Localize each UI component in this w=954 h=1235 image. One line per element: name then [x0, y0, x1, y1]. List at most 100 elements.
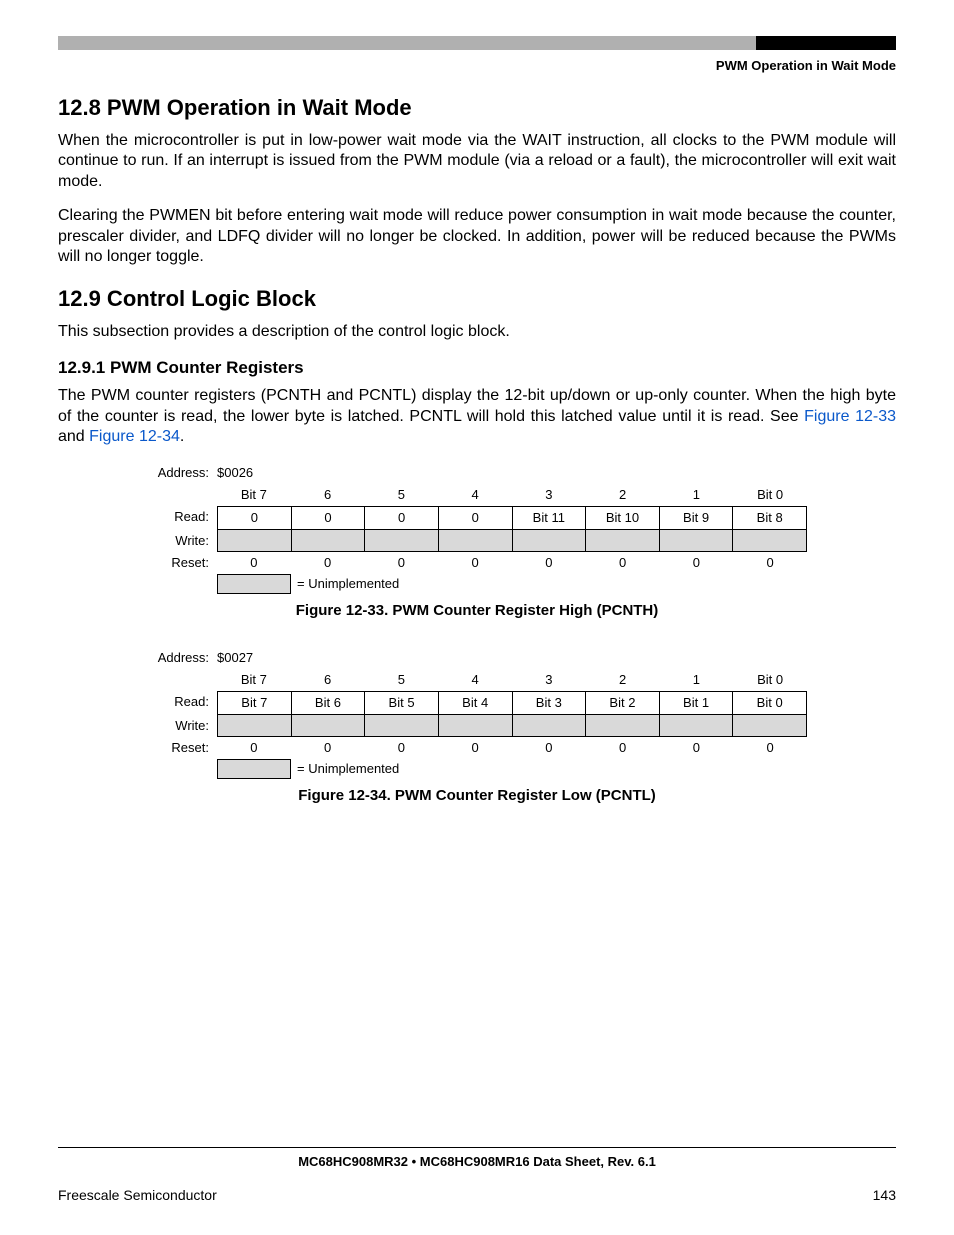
read-cell: Bit 9 [659, 507, 733, 529]
bit-header: 2 [586, 484, 660, 506]
read-cell: Bit 3 [512, 692, 586, 714]
bit-header: 4 [438, 484, 512, 506]
read-cell: 0 [364, 507, 438, 529]
address-value: $0027 [217, 647, 291, 669]
read-cell: Bit 11 [512, 507, 586, 529]
unimplemented-swatch [217, 759, 291, 779]
write-cell [512, 530, 586, 552]
bit-header: 6 [291, 669, 365, 691]
section-12-8-p2: Clearing the PWMEN bit before entering w… [58, 206, 896, 267]
bit-header: 1 [660, 669, 734, 691]
p1-mid: and [58, 428, 89, 445]
read-label: Read: [147, 691, 217, 715]
reset-cell: 0 [512, 737, 586, 759]
reset-cell: 0 [365, 552, 439, 574]
bit-header: 2 [586, 669, 660, 691]
bit-header: Bit 0 [733, 669, 807, 691]
read-cell: Bit 5 [364, 692, 438, 714]
reset-cell: 0 [438, 737, 512, 759]
write-cell [659, 715, 733, 737]
bit-header: 1 [660, 484, 734, 506]
link-figure-12-33[interactable]: Figure 12-33 [804, 408, 896, 425]
write-cell [438, 530, 512, 552]
bit-header: Bit 7 [217, 669, 291, 691]
reset-cell: 0 [733, 552, 807, 574]
read-cell: Bit 8 [732, 507, 807, 529]
read-cell: Bit 10 [585, 507, 659, 529]
page-number: 143 [873, 1187, 896, 1203]
write-cell [438, 715, 512, 737]
legend-text: = Unimplemented [297, 576, 399, 591]
section-12-8-p1: When the microcontroller is put in low-p… [58, 131, 896, 192]
write-cell [659, 530, 733, 552]
reset-cell: 0 [217, 737, 291, 759]
section-12-9-1-heading: 12.9.1 PWM Counter Registers [58, 358, 896, 378]
write-cell [585, 530, 659, 552]
reset-label: Reset: [147, 737, 217, 759]
read-cell: 0 [438, 507, 512, 529]
address-label: Address: [147, 462, 217, 484]
register-pcnth-table: Address: $0026 Bit 7 6 5 4 3 2 1 Bit 0 R… [147, 462, 807, 594]
bit-header: 4 [438, 669, 512, 691]
read-cell: Bit 2 [585, 692, 659, 714]
read-cell: Bit 4 [438, 692, 512, 714]
write-cell [217, 715, 291, 737]
p1-pre: The PWM counter registers (PCNTH and PCN… [58, 387, 896, 424]
reset-cell: 0 [660, 737, 734, 759]
reset-cell: 0 [217, 552, 291, 574]
read-cell: 0 [217, 507, 291, 529]
read-cell: Bit 1 [659, 692, 733, 714]
page-footer: MC68HC908MR32 • MC68HC908MR16 Data Sheet… [58, 1147, 896, 1203]
link-figure-12-34[interactable]: Figure 12-34 [89, 428, 180, 445]
running-header: PWM Operation in Wait Mode [58, 58, 896, 73]
reset-label: Reset: [147, 552, 217, 574]
bit-header: Bit 7 [217, 484, 291, 506]
read-cell: Bit 7 [217, 692, 291, 714]
reset-cell: 0 [660, 552, 734, 574]
write-cell [364, 715, 438, 737]
bit-header: 6 [291, 484, 365, 506]
section-12-8-heading: 12.8 PWM Operation in Wait Mode [58, 95, 896, 121]
bit-header: Bit 0 [733, 484, 807, 506]
unimplemented-swatch [217, 574, 291, 594]
read-cell: 0 [291, 507, 365, 529]
register-pcntl-table: Address: $0027 Bit 7 6 5 4 3 2 1 Bit 0 R… [147, 647, 807, 779]
reset-cell: 0 [365, 737, 439, 759]
reset-cell: 0 [586, 552, 660, 574]
bit-header: 3 [512, 484, 586, 506]
read-cell: Bit 0 [732, 692, 807, 714]
footer-company: Freescale Semiconductor [58, 1187, 217, 1203]
read-cell: Bit 6 [291, 692, 365, 714]
address-value: $0026 [217, 462, 291, 484]
section-12-9-1-p1: The PWM counter registers (PCNTH and PCN… [58, 386, 896, 447]
write-cell [291, 530, 365, 552]
read-label: Read: [147, 506, 217, 530]
footer-doc-title: MC68HC908MR32 • MC68HC908MR16 Data Sheet… [58, 1154, 896, 1169]
write-label: Write: [147, 530, 217, 552]
reset-cell: 0 [291, 737, 365, 759]
legend-text: = Unimplemented [297, 761, 399, 776]
address-label: Address: [147, 647, 217, 669]
write-cell [217, 530, 291, 552]
write-cell [364, 530, 438, 552]
figure-12-33-caption: Figure 12-33. PWM Counter Register High … [58, 602, 896, 619]
bit-header: 3 [512, 669, 586, 691]
reset-cell: 0 [733, 737, 807, 759]
p1-post: . [180, 428, 184, 445]
write-cell [732, 530, 807, 552]
section-12-9-p1: This subsection provides a description o… [58, 322, 896, 342]
write-label: Write: [147, 715, 217, 737]
reset-cell: 0 [291, 552, 365, 574]
section-12-9-heading: 12.9 Control Logic Block [58, 286, 896, 312]
bit-header: 5 [365, 484, 439, 506]
reset-cell: 0 [438, 552, 512, 574]
reset-cell: 0 [512, 552, 586, 574]
write-cell [512, 715, 586, 737]
write-cell [291, 715, 365, 737]
figure-12-34-caption: Figure 12-34. PWM Counter Register Low (… [58, 787, 896, 804]
header-bar [58, 36, 896, 50]
write-cell [585, 715, 659, 737]
write-cell [732, 715, 807, 737]
bit-header: 5 [365, 669, 439, 691]
reset-cell: 0 [586, 737, 660, 759]
